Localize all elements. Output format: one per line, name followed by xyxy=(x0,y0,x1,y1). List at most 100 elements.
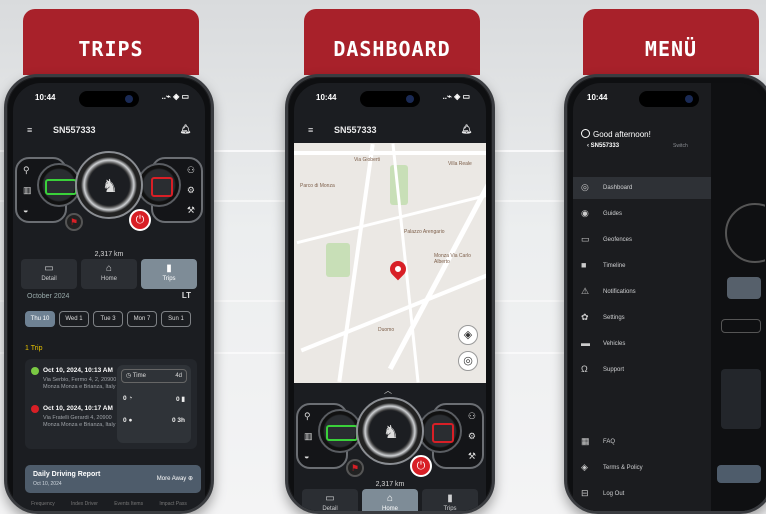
menu-item-notifications[interactable]: ⚠ Notifications xyxy=(573,281,711,303)
shield-icon: ◈ xyxy=(581,462,588,472)
app-bar: ≡ SN557333 🔔︎ xyxy=(23,121,195,139)
tab-trips[interactable]: ▮ Trips xyxy=(422,489,478,511)
tab-home[interactable]: ⌂ Home xyxy=(81,259,137,289)
motorbike-icon: ♞ xyxy=(382,422,400,442)
menu-screen: 10:44 Good afternoon! ‹ SN557333 Switch … xyxy=(573,83,765,511)
menu-plate[interactable]: ‹ SN557333 xyxy=(587,143,619,149)
menu-item-timeline[interactable]: ■ Timeline xyxy=(573,255,711,277)
phone-dashboard: 10:44 ..⌁ ◈ ▭ ≡ SN557333 🔔︎ Via Gioberti… xyxy=(285,74,495,514)
car-icon[interactable]: ◒ xyxy=(23,205,28,215)
tool-icon[interactable]: ⚒ xyxy=(187,205,195,216)
dashboard-icon: ◎ xyxy=(581,182,589,192)
phone-trips: 10:44 ..⌁ ◈ ▭ ≡ SN557333 🔔︎ ⚲ ▥ ◒ ⚇ ⚙ ⚒ xyxy=(4,74,214,514)
pin-icon[interactable]: ⚲ xyxy=(304,411,311,422)
trips-screen: 10:44 ..⌁ ◈ ▭ ≡ SN557333 🔔︎ ⚲ ▥ ◒ ⚇ ⚙ ⚒ xyxy=(13,83,205,511)
phone-menu: 10:44 Good afternoon! ‹ SN557333 Switch … xyxy=(564,74,766,514)
faq-icon: ▦ xyxy=(581,436,590,446)
signal-icon: ..⌁ ◈ ▭ xyxy=(442,92,470,101)
flag-icon[interactable]: ⚑ xyxy=(65,213,83,231)
trip-count: 1 Trip xyxy=(25,345,43,352)
bike-center-button[interactable]: ♞ xyxy=(75,151,143,219)
hamburger-icon[interactable]: ≡ xyxy=(27,125,32,135)
day-selector: Thu 10 Wed 1 Tue 3 Mon 7 Sun 1 xyxy=(25,311,191,327)
menu-item-vehicles[interactable]: ▬ Vehicles xyxy=(573,333,711,355)
person-icon[interactable]: ⚇ xyxy=(468,411,476,422)
chart-icon[interactable]: ▥ xyxy=(304,431,313,442)
hamburger-icon[interactable]: ≡ xyxy=(308,125,313,135)
tab-detail-label: Detail xyxy=(322,506,338,511)
layers-icon[interactable]: ◈ xyxy=(458,325,478,345)
bike-center-button[interactable]: ♞ xyxy=(356,397,424,465)
map-label: Parco di Monza xyxy=(300,183,335,189)
menu-item-logout[interactable]: ⊟ Log Out xyxy=(573,483,711,505)
day-chip[interactable]: Mon 7 xyxy=(127,311,157,327)
menu-item-support[interactable]: Ω Support xyxy=(573,359,711,381)
engine-gauge[interactable] xyxy=(418,409,462,453)
map-label: Palazzo Arengario xyxy=(404,229,445,235)
tab-bar: ▭ Detail ⌂ Home ▮ Trips xyxy=(21,259,197,289)
dynamic-island xyxy=(79,91,139,107)
day-chip[interactable]: Tue 3 xyxy=(93,311,123,327)
power-button[interactable]: ⏻ xyxy=(410,455,432,477)
gear-icon[interactable]: ⚙ xyxy=(468,431,476,442)
signal-icon: ..⌁ ◈ ▭ xyxy=(161,92,189,101)
day-chip[interactable]: Wed 1 xyxy=(59,311,89,327)
pin-icon[interactable]: ⚲ xyxy=(23,165,30,176)
person-icon[interactable]: ⚇ xyxy=(187,165,195,176)
menu-item-terms[interactable]: ◈ Terms & Policy xyxy=(573,457,711,479)
daily-report-card[interactable]: Daily Driving Report Oct 10, 2024 More A… xyxy=(25,465,201,493)
bell-icon[interactable]: 🔔︎ xyxy=(180,124,191,135)
bell-icon[interactable]: 🔔︎ xyxy=(461,124,472,135)
locate-icon[interactable]: ◎ xyxy=(458,351,478,371)
day-chip[interactable]: Thu 10 xyxy=(25,311,55,327)
trip-stats: ◷ Time 4d 0 ◔ 0 ▮ 0 ● 0 3h xyxy=(117,365,191,443)
tab-bar: ▭ Detail ⌂ Home ▮ Trips xyxy=(302,489,478,511)
footer-item[interactable]: Impact Pass xyxy=(159,501,187,507)
guides-icon: ◉ xyxy=(581,208,589,218)
stat-value: 0 3h xyxy=(171,417,185,424)
chart-icon[interactable]: ▥ xyxy=(23,185,32,196)
flag-icon[interactable]: ⚑ xyxy=(346,459,364,477)
day-chip[interactable]: Sun 1 xyxy=(161,311,191,327)
report-more-link[interactable]: More Away ⊕ xyxy=(157,475,193,482)
menu-item-label: Log Out xyxy=(603,491,625,497)
menu-item-label: Timeline xyxy=(603,263,626,269)
tab-detail[interactable]: ▭ Detail xyxy=(21,259,77,289)
tab-detail[interactable]: ▭ Detail xyxy=(302,489,358,511)
month-selector[interactable]: October 2024 xyxy=(27,293,69,300)
time-pill-value: 4d xyxy=(175,373,182,379)
car-icon[interactable]: ◒ xyxy=(304,451,309,461)
trip-start-time: Oct 10, 2024, 10:13 AM xyxy=(43,367,113,374)
footer-item[interactable]: Frequency xyxy=(31,501,55,507)
trip-end-address: Via Fratelli Gerardi 4, 20900 Monza Monz… xyxy=(43,415,116,428)
footer-item[interactable]: Events Items xyxy=(114,501,143,507)
switch-link[interactable]: Switch xyxy=(673,143,688,149)
home-icon: ⌂ xyxy=(386,493,394,504)
tab-trips[interactable]: ▮ Trips xyxy=(141,259,197,289)
user-avatar-icon[interactable] xyxy=(581,129,590,138)
menu-item-label: Vehicles xyxy=(603,341,626,347)
menu-item-label: Settings xyxy=(603,315,625,321)
menu-item-guides[interactable]: ◉ Guides xyxy=(573,203,711,225)
menu-item-faq[interactable]: ▦ FAQ xyxy=(573,431,711,453)
trips-title: TRIPS xyxy=(23,9,199,75)
tab-trips-label: Trips xyxy=(162,276,176,282)
stat-value: 0 xyxy=(123,395,127,402)
map-view[interactable]: Via Gioberti Villa Reale Parco di Monza … xyxy=(294,143,486,383)
stat-value: 0 xyxy=(123,417,127,424)
power-button[interactable]: ⏻ xyxy=(129,209,151,231)
dashboard-screen: 10:44 ..⌁ ◈ ▭ ≡ SN557333 🔔︎ Via Gioberti… xyxy=(294,83,486,511)
engine-gauge[interactable] xyxy=(137,163,181,207)
menu-item-geofences[interactable]: ▭ Geofences xyxy=(573,229,711,251)
menu-item-settings[interactable]: ✿ Settings xyxy=(573,307,711,329)
trips-icon: ▮ xyxy=(447,493,453,504)
trip-card[interactable]: Oct 10, 2024, 10:13 AM Via Serbio, Fermo… xyxy=(25,359,197,449)
menu-panel: MENÜ 10:44 Good afternoon! ‹ SN557333 Sw… xyxy=(560,0,766,514)
menu-plate-text: SN557333 xyxy=(590,143,620,149)
gear-icon[interactable]: ⚙ xyxy=(187,185,195,196)
headset-icon: Ω xyxy=(581,364,588,374)
menu-item-dashboard[interactable]: ◎ Dashboard xyxy=(573,177,711,199)
tool-icon[interactable]: ⚒ xyxy=(468,451,476,462)
footer-item[interactable]: Index Driver xyxy=(71,501,98,507)
tab-home[interactable]: ⌂ Home xyxy=(362,489,418,511)
